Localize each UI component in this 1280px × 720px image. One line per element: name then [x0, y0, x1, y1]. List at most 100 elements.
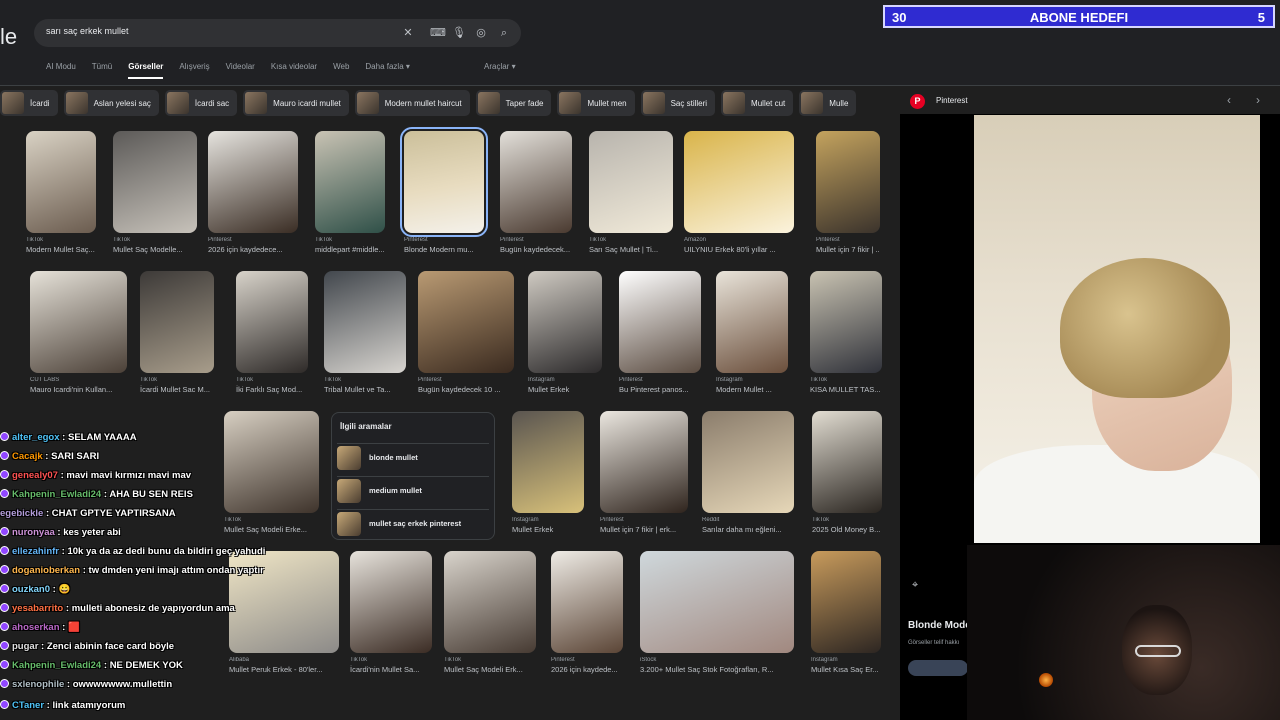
image-result[interactable]: TikTok KISA MULLET TAS... — [810, 271, 882, 394]
result-caption[interactable]: KISA MULLET TAS... — [810, 385, 882, 394]
image-result[interactable]: TikTok 2025 Old Money B... — [812, 411, 882, 534]
image-result[interactable]: Instagram Mullet Erkek — [528, 271, 602, 394]
result-image[interactable] — [324, 271, 406, 373]
image-result[interactable]: TikTok Mullet Saç Modelle... — [113, 131, 197, 254]
result-caption[interactable]: 3.200+ Mullet Saç Stok Fotoğrafları, R..… — [640, 665, 794, 674]
result-image[interactable] — [512, 411, 584, 513]
result-image[interactable] — [600, 411, 688, 513]
next-icon[interactable]: › — [1256, 93, 1260, 107]
chip[interactable]: İcardi sac — [164, 90, 238, 116]
chip[interactable]: Saç stilleri — [640, 90, 716, 116]
result-image[interactable] — [816, 131, 880, 233]
image-result[interactable]: TikTok middlepart #middle... — [315, 131, 385, 254]
result-image[interactable] — [400, 127, 488, 237]
result-image[interactable] — [810, 271, 882, 373]
result-image[interactable] — [315, 131, 385, 233]
visit-button[interactable] — [908, 660, 968, 676]
chip[interactable]: Mauro icardi mullet — [243, 90, 349, 116]
visual-search-icon[interactable]: ⌖ — [912, 579, 918, 592]
result-image[interactable] — [551, 551, 623, 653]
preview-image[interactable] — [974, 115, 1260, 543]
image-result[interactable]: Pinterest 2026 için kaydedece... — [208, 131, 298, 254]
image-result[interactable]: TikTok Tribal Mullet ve Ta... — [324, 271, 406, 394]
result-caption[interactable]: Mullet Kısa Saç Er... — [811, 665, 881, 674]
result-image[interactable] — [140, 271, 214, 373]
result-caption[interactable]: İki Farklı Saç Mod... — [236, 385, 308, 394]
chip[interactable]: Mullet men — [557, 90, 635, 116]
result-caption[interactable]: Mullet Erkek — [512, 525, 584, 534]
result-image[interactable] — [811, 551, 881, 653]
image-result[interactable]: CUT LABS Mauro Icardi'nin Kullan... — [30, 271, 127, 394]
result-caption[interactable]: 2025 Old Money B... — [812, 525, 882, 534]
image-result[interactable]: TikTok Modern Mullet Saç... — [26, 131, 96, 254]
result-image[interactable] — [444, 551, 536, 653]
result-caption[interactable]: Mullet Saç Modelle... — [113, 245, 197, 254]
chip[interactable]: İcardi — [0, 90, 58, 116]
clear-icon[interactable]: ✕ — [401, 26, 415, 40]
search-input[interactable]: sarı saç erkek mullet — [46, 26, 129, 36]
image-result[interactable]: Pinterest Mullet için 7 fikir | ... — [816, 131, 880, 254]
result-caption[interactable]: UILYNIU Erkek 80'li yıllar ... — [684, 245, 794, 254]
image-result[interactable]: Pinterest 2026 için kaydede... — [551, 551, 623, 674]
image-result[interactable]: Pinterest Bugün kaydedecek... — [500, 131, 572, 254]
tab-shopping[interactable]: Alışveriş — [179, 62, 209, 79]
keyboard-icon[interactable]: ⌨ — [430, 26, 446, 40]
result-image[interactable] — [500, 131, 572, 233]
result-image[interactable] — [208, 131, 298, 233]
related-search-item[interactable]: mullet saç erkek pinterest — [337, 509, 489, 537]
result-caption[interactable]: Tribal Mullet ve Ta... — [324, 385, 406, 394]
result-image[interactable] — [113, 131, 197, 233]
image-result[interactable]: Reddit Sarılar daha mı eğleni... — [702, 411, 794, 534]
chip[interactable]: Aslan yelesi saç — [63, 90, 159, 116]
tab-short-videos[interactable]: Kısa videolar — [271, 62, 317, 79]
search-icon[interactable]: ⌕ — [497, 26, 511, 40]
image-result[interactable]: TikTok İki Farklı Saç Mod... — [236, 271, 308, 394]
chip[interactable]: Taper fade — [475, 90, 552, 116]
image-result[interactable]: Amazon UILYNIU Erkek 80'li yıllar ... — [684, 131, 794, 254]
preview-source[interactable]: Pinterest — [936, 96, 968, 105]
image-result[interactable]: TikTok Sarı Saç Mullet | Ti... — [589, 131, 673, 254]
image-result[interactable]: TikTok İcardi Mullet Sac M... — [140, 271, 214, 394]
tab-all[interactable]: Tümü — [92, 62, 112, 79]
tab-videos[interactable]: Videolar — [226, 62, 255, 79]
image-result[interactable]: iStock 3.200+ Mullet Saç Stok Fotoğraflar… — [640, 551, 794, 674]
image-result[interactable]: TikTok Mullet Saç Modeli Erk... — [444, 551, 536, 674]
result-image[interactable] — [716, 271, 788, 373]
tab-web[interactable]: Web — [333, 62, 349, 79]
result-image[interactable] — [684, 131, 794, 233]
preview-title[interactable]: Blonde Mode — [908, 620, 971, 631]
result-image[interactable] — [702, 411, 794, 513]
related-search-item[interactable]: blonde mullet — [337, 443, 489, 471]
result-image[interactable] — [812, 411, 882, 513]
image-result[interactable]: Pinterest Mullet için 7 fikir | erk... — [600, 411, 688, 534]
google-logo-fragment[interactable]: le — [0, 24, 17, 50]
result-image[interactable] — [640, 551, 794, 653]
image-result[interactable]: Instagram Mullet Kısa Saç Er... — [811, 551, 881, 674]
result-caption[interactable]: Modern Mullet Saç... — [26, 245, 96, 254]
result-caption[interactable]: 2026 için kaydedece... — [208, 245, 298, 254]
result-caption[interactable]: Mullet Saç Modeli Erk... — [444, 665, 536, 674]
result-caption[interactable]: 2026 için kaydede... — [551, 665, 623, 674]
image-result-selected[interactable]: Pinterest Blonde Modern mu... — [400, 127, 488, 254]
image-result[interactable]: Pinterest Bugün kaydedecek 10 ... — [418, 271, 514, 394]
result-caption[interactable]: Sarı Saç Mullet | Ti... — [589, 245, 673, 254]
result-caption[interactable]: Mullet için 7 fikir | ... — [816, 245, 880, 254]
result-caption[interactable]: Bu Pinterest panos... — [619, 385, 701, 394]
result-caption[interactable]: İcardi Mullet Sac M... — [140, 385, 214, 394]
microphone-icon[interactable]: 🎙 — [452, 26, 466, 40]
chip[interactable]: Mulle — [799, 90, 857, 116]
result-image[interactable] — [418, 271, 514, 373]
related-search-item[interactable]: medium mullet — [337, 476, 489, 504]
tab-ai-mode[interactable]: AI Modu — [46, 62, 76, 79]
result-caption[interactable]: Bugün kaydedecek 10 ... — [418, 385, 514, 394]
result-image[interactable] — [30, 271, 127, 373]
result-image[interactable] — [236, 271, 308, 373]
result-image[interactable] — [619, 271, 701, 373]
search-box[interactable]: sarı saç erkek mullet ✕ ⌨ 🎙 ◎ ⌕ — [34, 19, 521, 47]
result-caption[interactable]: Sarılar daha mı eğleni... — [702, 525, 794, 534]
previous-icon[interactable]: ‹ — [1227, 93, 1231, 107]
tab-images[interactable]: Görseller — [128, 62, 164, 79]
result-image[interactable] — [589, 131, 673, 233]
tools-button[interactable]: Araçlar ▾ — [484, 62, 516, 71]
result-caption[interactable]: Mauro Icardi'nin Kullan... — [30, 385, 127, 394]
